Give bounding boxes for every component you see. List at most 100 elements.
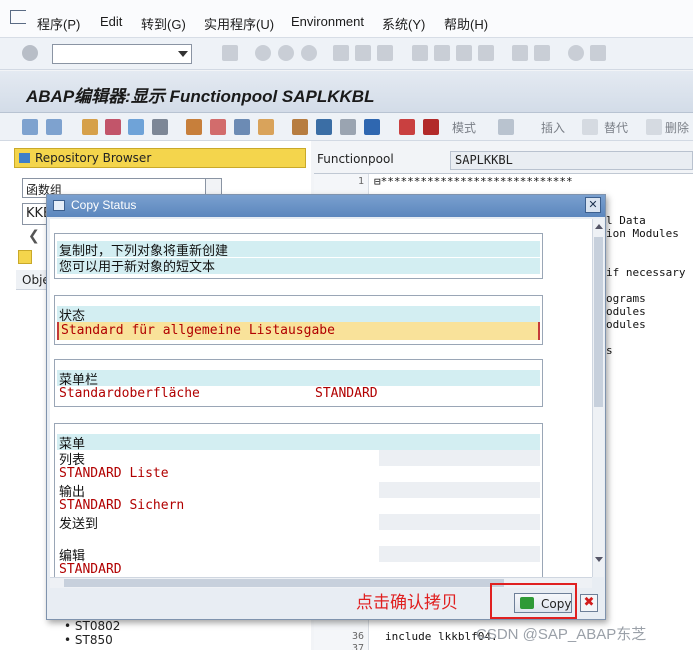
scroll-thumb[interactable] xyxy=(594,237,603,407)
forward-arrow-icon[interactable] xyxy=(46,119,62,135)
display-change-icon[interactable] xyxy=(82,119,98,135)
menubar-header-band xyxy=(57,370,540,386)
window-icon xyxy=(53,200,65,211)
info-icon[interactable] xyxy=(364,119,380,135)
first-page-icon[interactable] xyxy=(412,45,428,61)
code-line: if necessary xyxy=(606,266,686,279)
functionpool-label: Functionpool xyxy=(317,152,394,166)
pattern-button[interactable]: 模式 xyxy=(452,119,476,136)
scroll-up-icon[interactable] xyxy=(595,224,603,229)
copy-label: Copy xyxy=(541,597,572,611)
code-line: ograms xyxy=(606,292,646,305)
menu-utilities[interactable]: 实用程序(U) xyxy=(204,14,274,33)
menu-row-fill xyxy=(379,514,540,530)
menu-environment[interactable]: Environment xyxy=(291,14,364,29)
replace-icon[interactable] xyxy=(582,119,598,135)
next-page-icon[interactable] xyxy=(456,45,472,61)
scroll-down-icon[interactable] xyxy=(595,557,603,562)
dialog-title-bar[interactable]: Copy Status xyxy=(47,195,605,217)
command-field[interactable] xyxy=(52,44,192,64)
save-icon[interactable] xyxy=(222,45,238,61)
tree-item-label: ST850 xyxy=(74,633,113,647)
exit-icon[interactable] xyxy=(10,10,26,24)
print-icon[interactable] xyxy=(333,45,349,61)
code-line: ⊟***************************** xyxy=(374,175,573,188)
code-line: l Data xyxy=(606,214,646,227)
last-page-icon[interactable] xyxy=(478,45,494,61)
check-icon[interactable] xyxy=(105,119,121,135)
tree-item-label: ST0802 xyxy=(74,619,121,633)
menu-goto[interactable]: 转到(G) xyxy=(141,14,186,33)
tree-item[interactable]: • ST0802 xyxy=(64,619,120,633)
menu-value: STANDARD xyxy=(59,562,122,577)
delete-button[interactable]: 删除 xyxy=(665,119,689,136)
activate-icon[interactable] xyxy=(128,119,144,135)
previous-object-icon[interactable] xyxy=(18,250,32,264)
enter-icon[interactable] xyxy=(22,45,38,61)
copy-button[interactable]: Copy xyxy=(514,593,572,613)
functionpool-value: SAPLKKBL xyxy=(450,151,693,170)
insert-button[interactable]: 插入 xyxy=(541,119,565,136)
hierarchy-icon[interactable] xyxy=(292,119,308,135)
menu-system[interactable]: 系统(Y) xyxy=(382,14,425,33)
status-input[interactable]: Standard für allgemeine Listausgabe xyxy=(57,322,540,340)
help-icon[interactable] xyxy=(568,45,584,61)
stack-icon[interactable] xyxy=(316,119,332,135)
dialog-vertical-scrollbar[interactable] xyxy=(592,219,604,577)
prev-page-icon[interactable] xyxy=(434,45,450,61)
cancel-button[interactable]: ✖ xyxy=(580,594,598,612)
menubar-name: Standardoberfläche xyxy=(59,386,200,401)
chevron-down-icon[interactable] xyxy=(178,51,188,57)
dialog-title: Copy Status xyxy=(71,198,137,212)
menu-program[interactable]: 程序(P) xyxy=(37,14,80,33)
shortcut-icon[interactable] xyxy=(534,45,550,61)
find-icon[interactable] xyxy=(355,45,371,61)
menus-header-band xyxy=(57,434,540,450)
layout-icon[interactable] xyxy=(590,45,606,61)
tree-item[interactable]: • ST850 xyxy=(64,633,113,647)
menubar-box: 菜单栏 Standardoberfläche STANDARD xyxy=(54,359,543,407)
back-chevron-icon[interactable]: ❮ xyxy=(28,228,40,244)
code-line: s xyxy=(606,344,613,357)
line-number: 1 xyxy=(357,176,364,187)
code-line: odules xyxy=(606,318,646,331)
find-next-icon[interactable] xyxy=(377,45,393,61)
line-number: 37 xyxy=(351,643,364,650)
code-line: ion Modules xyxy=(606,227,679,240)
menu-row-fill xyxy=(379,482,540,498)
new-session-icon[interactable] xyxy=(512,45,528,61)
exit-nav-icon[interactable] xyxy=(278,45,294,61)
test-icon[interactable] xyxy=(258,119,274,135)
menubar-code: STANDARD xyxy=(315,386,378,401)
replace-button[interactable]: 替代 xyxy=(604,119,628,136)
back-icon[interactable] xyxy=(255,45,271,61)
code-line: odules xyxy=(606,305,646,318)
menu-edit[interactable]: Edit xyxy=(100,14,122,29)
close-icon[interactable]: ✕ xyxy=(585,197,601,213)
navigation-icon[interactable] xyxy=(234,119,250,135)
dialog-body: 复制时，下列对象将重新创建 您可以用于新对象的短文本 状态 Standard f… xyxy=(50,219,592,577)
object-list-icon[interactable] xyxy=(186,119,202,135)
menu-help[interactable]: 帮助(H) xyxy=(444,14,488,33)
menu-row-fill xyxy=(379,546,540,562)
menus-box: 菜单 列表 STANDARD Liste 输出 STANDARD Sichern… xyxy=(54,423,543,577)
status-header-band xyxy=(57,306,540,322)
delete-icon[interactable] xyxy=(646,119,662,135)
screen-icon[interactable] xyxy=(340,119,356,135)
where-used-icon[interactable] xyxy=(152,119,168,135)
stop-icon[interactable] xyxy=(423,119,439,135)
breakpoint-icon[interactable] xyxy=(399,119,415,135)
menu-value: STANDARD Liste xyxy=(59,466,169,481)
cancel-icon[interactable] xyxy=(301,45,317,61)
display-object-icon[interactable] xyxy=(210,119,226,135)
info-box: 复制时，下列对象将重新创建 您可以用于新对象的短文本 xyxy=(54,233,543,279)
scroll-thumb[interactable] xyxy=(64,579,504,587)
menu-row-fill xyxy=(379,450,540,466)
annotation-hint: 点击确认拷贝 xyxy=(356,593,458,612)
watermark: CSDN @SAP_ABAP东芝 xyxy=(476,626,647,643)
repository-browser-button[interactable]: Repository Browser xyxy=(14,148,306,168)
repository-browser-label: Repository Browser xyxy=(35,151,152,165)
back-arrow-icon[interactable] xyxy=(22,119,38,135)
page-title: ABAP编辑器:显示 Functionpool SAPLKKBL xyxy=(26,87,375,106)
insert-icon[interactable] xyxy=(498,119,514,135)
